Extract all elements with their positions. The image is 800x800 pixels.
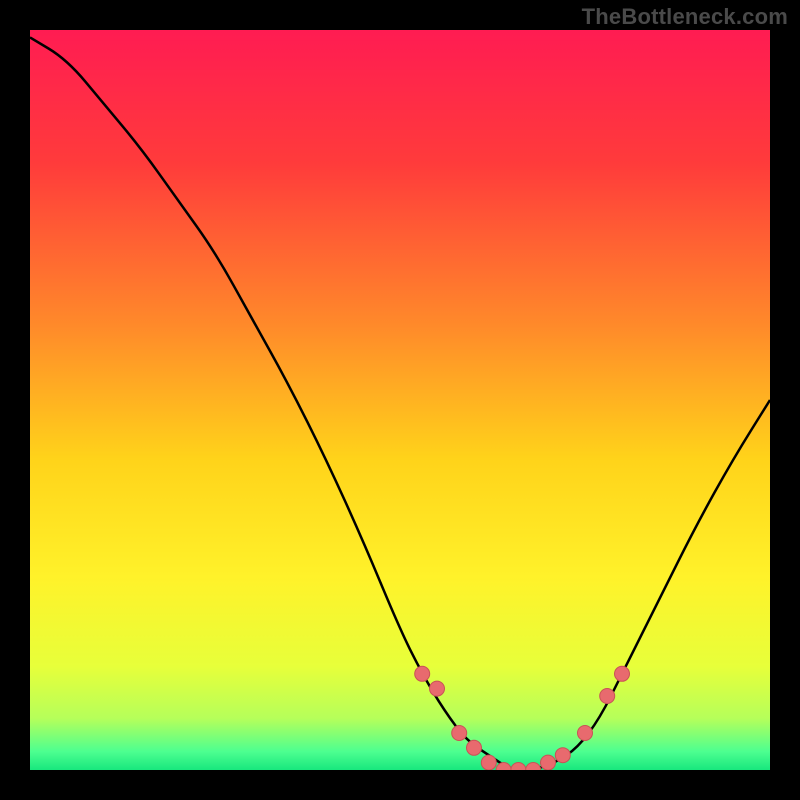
data-point xyxy=(511,763,526,778)
data-point xyxy=(615,666,630,681)
chart-frame: TheBottleneck.com xyxy=(0,0,800,800)
data-point xyxy=(452,726,467,741)
data-point xyxy=(526,763,541,778)
data-point xyxy=(541,755,556,770)
plot-background xyxy=(30,30,770,770)
data-point xyxy=(430,681,445,696)
data-point xyxy=(600,689,615,704)
bottleneck-chart xyxy=(0,0,800,800)
data-point xyxy=(415,666,430,681)
data-point xyxy=(555,748,570,763)
data-point xyxy=(578,726,593,741)
data-point xyxy=(496,763,511,778)
data-point xyxy=(481,755,496,770)
watermark-text: TheBottleneck.com xyxy=(582,4,788,30)
data-point xyxy=(467,740,482,755)
